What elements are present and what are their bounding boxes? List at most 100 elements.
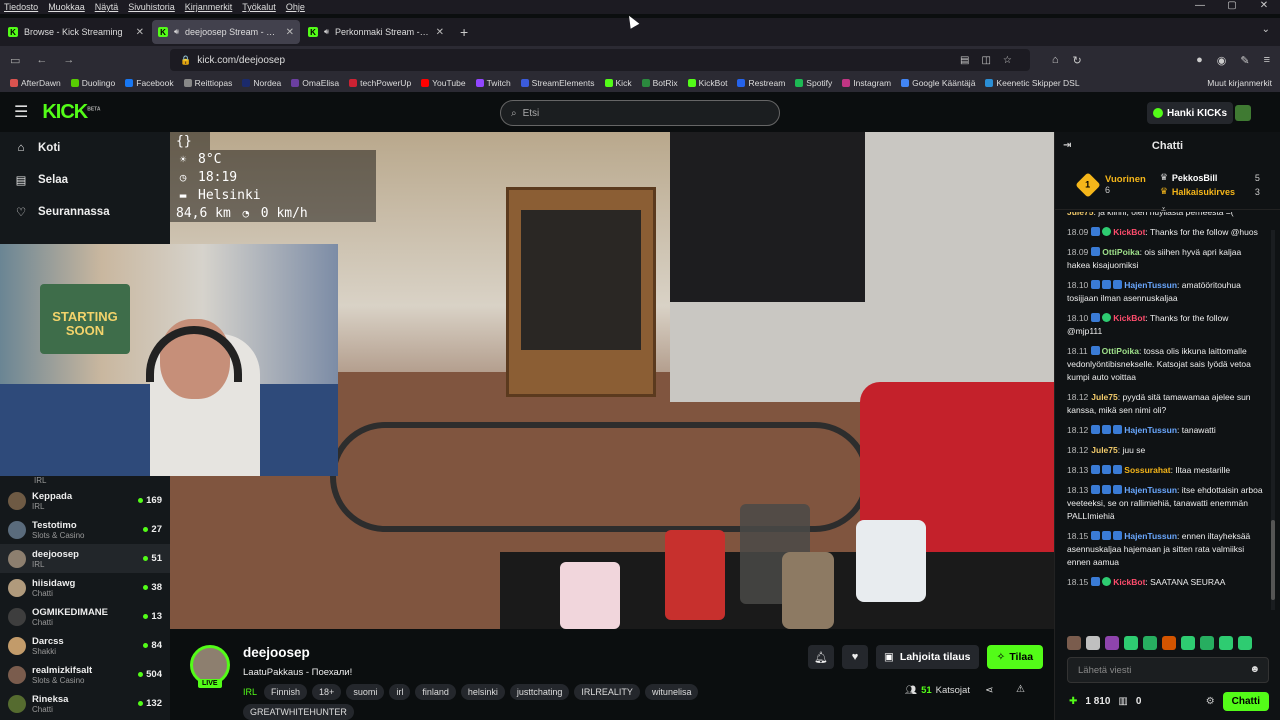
message-username[interactable]: Sossurahat [1124,465,1170,475]
message-username[interactable]: Jule75 [1091,392,1117,402]
message-username[interactable]: KickBot [1113,313,1145,323]
bookmark-item[interactable]: Nordea [242,78,281,88]
bookmark-star-icon[interactable]: ☆ [1003,55,1012,66]
extension-badge-icon[interactable]: ◉ [1217,54,1227,67]
menu-item[interactable]: Ohje [286,2,305,12]
menu-item[interactable]: Tiedosto [4,2,38,12]
message-username[interactable]: KickBot [1113,227,1145,237]
message-username[interactable]: OttiPoika [1102,247,1139,257]
stream-tag[interactable]: IRLREALITY [574,684,640,700]
stream-tag[interactable]: finland [415,684,456,700]
get-kicks-button[interactable]: Hanki KICKs [1147,102,1234,124]
sidebar-channel[interactable]: OGMIKEDIMANE Chatti 13 [0,602,170,631]
stream-category[interactable]: IRL [243,687,257,697]
message-username[interactable]: Jule75 [1091,445,1117,455]
sidebar-channel[interactable]: Darcss Shakki 84 [0,631,170,660]
sidebar-toggle-icon[interactable]: ▭ [10,54,20,67]
stream-tag[interactable]: suomi [346,684,385,700]
menu-item[interactable]: Näytä [95,2,119,12]
bookmark-item[interactable]: KickBot [687,78,727,88]
bookmark-item[interactable]: BotRix [641,78,678,88]
reload-icon[interactable]: ↻ [1073,54,1082,67]
emote-icon[interactable] [1067,636,1081,650]
collapse-chat-icon[interactable]: ⇥ [1063,140,1071,151]
hamburger-menu-icon[interactable]: ☰ [14,102,28,122]
nav-item-heart[interactable]: ♡ Seurannassa [0,196,170,228]
stream-tag[interactable]: 18+ [312,684,342,700]
emoji-icon[interactable]: ☻ [1249,664,1260,675]
restore-icon[interactable]: ▢ [1216,0,1248,11]
bookmark-item[interactable]: YouTube [421,78,466,88]
close-window-icon[interactable]: ✕ [1248,0,1280,11]
sidebar-channel[interactable]: realmizkifsalt Slots & Casino 504 [0,660,170,689]
bookmark-item[interactable]: StreamElements [520,78,595,88]
app-menu-icon[interactable]: ≡ [1264,54,1270,67]
share-icon[interactable]: ⋖ [985,685,993,696]
message-username[interactable]: HajenTussun [1124,280,1177,290]
menu-item[interactable]: Kirjanmerkit [185,2,233,12]
emote-icon[interactable] [1124,636,1138,650]
bookmark-item[interactable]: Spotify [795,78,832,88]
nav-item-browse[interactable]: ▤ Selaa [0,164,170,196]
close-tab-icon[interactable]: ✕ [136,27,144,38]
forward-icon[interactable]: → [63,54,74,67]
follow-heart-button[interactable]: ♥ [842,645,868,669]
search-input[interactable]: ⌕ Etsi [500,100,780,126]
bookmark-item[interactable]: Reittiopas [183,78,232,88]
close-tab-icon[interactable]: ✕ [286,27,294,38]
new-tab-icon[interactable]: + [460,24,468,40]
nav-item-home[interactable]: ⌂ Koti [0,132,170,164]
browser-tab[interactable]: K 🔊︎ Perkonmaki Stream - Watch ✕ [302,20,450,44]
minimize-icon[interactable]: — [1184,0,1216,11]
other-bookmarks[interactable]: Muut kirjanmerkit [1207,78,1280,88]
stream-tag[interactable]: irl [389,684,411,700]
chat-scrollbar[interactable] [1271,230,1275,610]
menu-item[interactable]: Sivuhistoria [128,2,175,12]
sidebar-channel[interactable]: Rineksa Chatti 132 [0,689,170,718]
gift-sub-button[interactable]: ▣ Lahjoita tilaus [876,645,979,669]
user-avatar[interactable] [1235,105,1251,121]
emote-icon[interactable] [1181,636,1195,650]
account-icon[interactable]: ● [1196,54,1203,67]
bookmark-item[interactable]: Restream [737,78,785,88]
message-username[interactable]: OttiPoika [1102,346,1139,356]
bookmark-item[interactable]: Google Kääntäjä [901,78,975,88]
audio-icon[interactable]: 🔊︎ [324,27,329,37]
close-tab-icon[interactable]: ✕ [436,27,444,38]
bookmark-item[interactable]: Instagram [842,78,891,88]
address-bar[interactable]: 🔒 kick.com/deejoosep [170,49,1030,71]
bookmark-item[interactable]: Duolingo [70,78,115,88]
extensions-icon[interactable]: ✎ [1240,54,1249,67]
audio-icon[interactable]: 🔊︎ [174,27,179,37]
message-username[interactable]: HajenTussun [1124,425,1177,435]
chat-settings-icon[interactable]: ⚙ [1206,696,1215,707]
message-username[interactable]: Jule75 [1067,212,1093,217]
picture-in-picture-icon[interactable]: ◫ [981,55,990,66]
emote-icon[interactable] [1086,636,1100,650]
sidebar-channel[interactable]: deejoosep IRL 51 [0,544,170,573]
stream-tag[interactable]: justtchating [509,684,570,700]
bookmark-item[interactable]: OmaElisa [291,78,339,88]
stream-tag[interactable]: witunelisa [644,684,699,700]
message-username[interactable]: HajenTussun [1124,485,1177,495]
menu-item[interactable]: Työkalut [242,2,276,12]
emote-icon[interactable] [1162,636,1176,650]
reader-icon[interactable]: ▤ [960,55,969,66]
channel-points[interactable]: 1 810 [1085,696,1110,707]
home-icon[interactable]: ⌂ [1052,54,1059,67]
sidebar-channel[interactable]: Testotimo Slots & Casino 27 [0,515,170,544]
subscribe-button[interactable]: ✧ Tilaa [986,645,1044,669]
emote-icon[interactable] [1219,636,1233,650]
browser-tab[interactable]: K Browse - Kick Streaming ✕ [2,20,150,44]
emote-icon[interactable] [1200,636,1214,650]
bookmark-item[interactable]: Kick [604,78,632,88]
back-icon[interactable]: ← [36,54,47,67]
sidebar-channel[interactable]: hiisidawg Chatti 38 [0,573,170,602]
browser-tab[interactable]: K 🔊︎ deejoosep Stream - Watch ✕ [152,20,300,44]
notification-bell-button[interactable]: 🔔︎ [808,645,834,669]
message-username[interactable]: KickBot [1113,577,1145,587]
stream-tag[interactable]: GREATWHITEHUNTER [243,704,354,720]
report-icon[interactable]: ⚠ [1016,684,1025,695]
bookmark-item[interactable]: techPowerUp [349,78,411,88]
sidebar-channel[interactable]: Keppada IRL 169 [0,486,170,515]
